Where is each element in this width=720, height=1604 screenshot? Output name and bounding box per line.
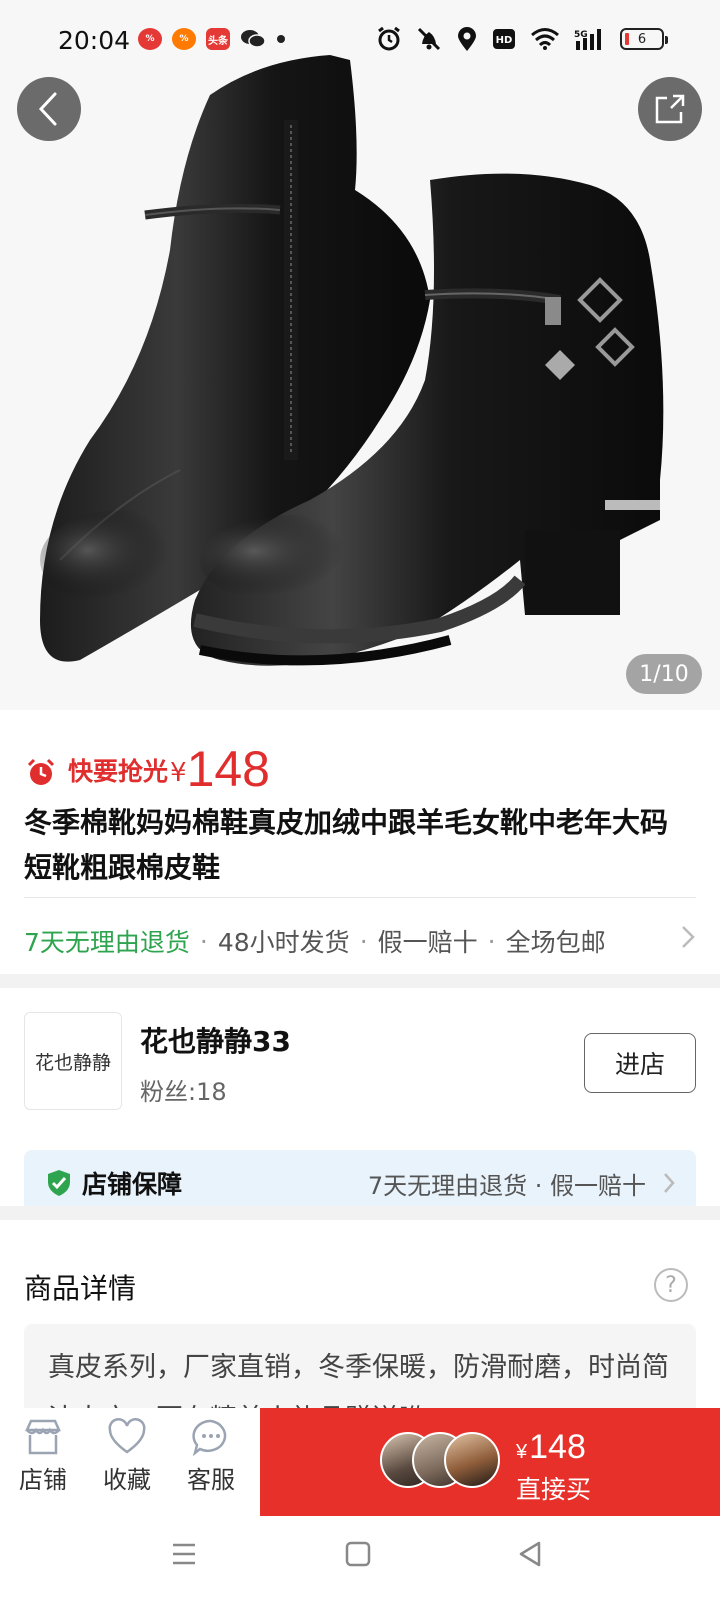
share-icon bbox=[655, 94, 685, 124]
status-indicators: HD 5G 6 bbox=[376, 26, 668, 52]
buy-now-button[interactable]: ¥148 直接买 bbox=[260, 1408, 720, 1516]
shop-name[interactable]: 花也静静33 bbox=[140, 1020, 291, 1060]
separator-dot: · bbox=[359, 926, 368, 956]
favorite-button[interactable]: 收藏 bbox=[91, 1418, 163, 1495]
buy-price: ¥148 bbox=[516, 1428, 586, 1467]
store-label: 店铺 bbox=[19, 1466, 67, 1494]
buy-price-value: 148 bbox=[529, 1428, 586, 1466]
wifi-icon bbox=[531, 28, 559, 50]
status-notifications: % % 头条 bbox=[138, 28, 286, 50]
service-tags[interactable]: 7天无理由退货 · 48小时发货 · 假一赔十 · 全场包邮 bbox=[24, 918, 696, 964]
boots-product-image bbox=[0, 0, 720, 710]
back-triangle-icon[interactable] bbox=[516, 1540, 544, 1568]
back-button[interactable] bbox=[17, 77, 81, 141]
chat-bubble-icon bbox=[192, 1419, 227, 1456]
customer-service-button[interactable]: 客服 bbox=[175, 1418, 247, 1495]
store-nav-button[interactable]: 店铺 bbox=[7, 1418, 79, 1495]
mute-bell-icon bbox=[417, 27, 441, 51]
wechat-icon bbox=[241, 30, 266, 48]
detail-section-title: 商品详情 bbox=[24, 1272, 137, 1305]
product-image-carousel[interactable]: 1/10 bbox=[0, 0, 720, 710]
deal-label: 快要抢光 bbox=[68, 757, 169, 786]
product-title: 冬季棉靴妈妈棉鞋真皮加绒中跟羊毛女靴中老年大码短靴粗跟棉皮鞋 bbox=[24, 806, 669, 884]
price-currency: ¥ bbox=[170, 758, 187, 788]
alarm-clock-icon bbox=[27, 758, 55, 785]
hd-icon: HD bbox=[493, 29, 515, 49]
service-label: 客服 bbox=[187, 1466, 235, 1494]
separator-dot: · bbox=[487, 926, 496, 956]
taobao-app-icon: % bbox=[172, 28, 196, 50]
buyer-avatars bbox=[380, 1432, 500, 1488]
shield-check-icon bbox=[48, 1170, 70, 1196]
status-bar: 20:04 % % 头条 HD 5G 6 bbox=[0, 0, 720, 84]
help-icon[interactable]: ? bbox=[654, 1268, 688, 1302]
alarm-icon bbox=[378, 26, 400, 51]
bottom-action-bar: 店铺 收藏 客服 ¥148 直接买 bbox=[0, 1408, 720, 1516]
product-price: 148 bbox=[186, 741, 270, 797]
menu-icon[interactable] bbox=[170, 1540, 198, 1568]
status-time: 20:04 bbox=[58, 26, 131, 55]
service-free-shipping: 全场包邮 bbox=[505, 928, 606, 957]
favorite-label: 收藏 bbox=[103, 1466, 151, 1494]
section-gap bbox=[0, 974, 720, 988]
divider bbox=[24, 897, 696, 898]
guarantee-title: 店铺保障 bbox=[82, 1170, 183, 1199]
service-authentic: 假一赔十 bbox=[377, 928, 478, 957]
avatar bbox=[444, 1432, 500, 1488]
battery-indicator: 6 bbox=[620, 28, 668, 50]
image-counter: 1/10 bbox=[626, 654, 702, 694]
signal-5g-icon: 5G bbox=[574, 29, 601, 50]
separator-dot: · bbox=[199, 926, 208, 956]
svg-text:HD: HD bbox=[496, 35, 513, 46]
chevron-left-icon bbox=[38, 92, 57, 126]
shopping-app-icon: % bbox=[138, 28, 162, 50]
service-return: 7天无理由退货 bbox=[24, 928, 190, 957]
chevron-right-icon bbox=[682, 926, 695, 948]
section-gap bbox=[0, 1206, 720, 1220]
service-shipping: 48小时发货 bbox=[217, 928, 350, 957]
share-button[interactable] bbox=[638, 77, 702, 141]
price-row: 快要抢光 ¥ 148 bbox=[26, 744, 270, 794]
guarantee-items: 7天无理由退货 · 假一赔十 bbox=[367, 1171, 646, 1200]
location-icon bbox=[458, 27, 476, 51]
shop-logo[interactable]: 花也静静 bbox=[24, 1012, 122, 1110]
more-notifications-dot-icon bbox=[277, 35, 285, 43]
home-icon[interactable] bbox=[344, 1540, 372, 1568]
enter-shop-button[interactable]: 进店 bbox=[584, 1033, 696, 1093]
toutiao-app-icon: 头条 bbox=[206, 28, 230, 50]
store-icon bbox=[25, 1419, 61, 1455]
buy-label: 直接买 bbox=[516, 1475, 592, 1504]
system-navigation-bar bbox=[0, 1516, 720, 1604]
shop-fans-count: 粉丝:18 bbox=[140, 1078, 227, 1106]
heart-icon bbox=[108, 1418, 146, 1454]
buy-currency: ¥ bbox=[516, 1441, 528, 1463]
chevron-right-icon bbox=[664, 1173, 675, 1193]
